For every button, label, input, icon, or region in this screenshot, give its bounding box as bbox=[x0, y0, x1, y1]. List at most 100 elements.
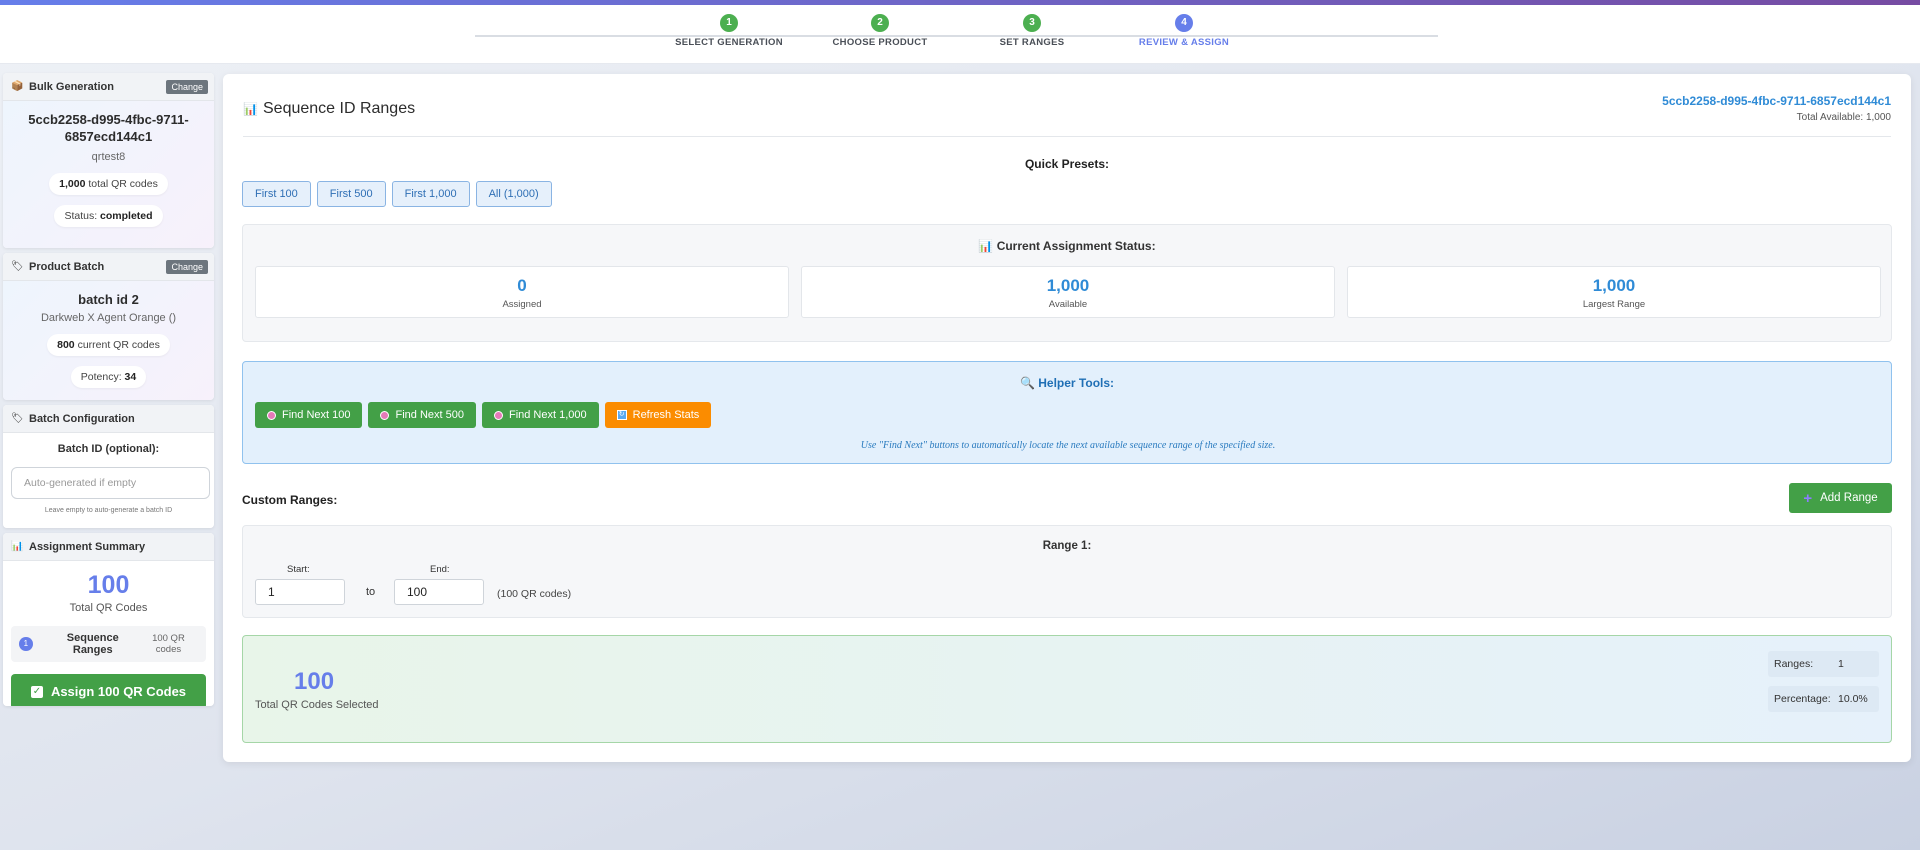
range-end-input[interactable]: 100 bbox=[394, 579, 484, 605]
ranges-value: 1 bbox=[1838, 658, 1844, 670]
main-panel: 📊 Sequence ID Ranges 5ccb2258-d995-4fbc-9… bbox=[223, 74, 1911, 762]
start-label: Start: bbox=[287, 564, 310, 575]
sidebar: 📦 Bulk Generation Change 5ccb2258-d995-4… bbox=[3, 73, 214, 711]
status-stats: 0 Assigned 1,000 Available 1,000 Largest… bbox=[255, 266, 1881, 318]
product-batch-card: 🏷 Product Batch Change batch id 2 Darkwe… bbox=[3, 253, 214, 400]
find-next-100-button[interactable]: Find Next 100 bbox=[255, 402, 363, 428]
stat-label: Assigned bbox=[502, 299, 542, 310]
ranges-stat: Ranges: 1 bbox=[1768, 651, 1879, 677]
package-icon: 📦 bbox=[11, 80, 24, 92]
tag-icon: 🏷 bbox=[11, 412, 24, 424]
tag-icon: 🏷 bbox=[11, 260, 24, 272]
card-title: Bulk Generation bbox=[29, 80, 114, 93]
end-label: End: bbox=[430, 564, 450, 575]
selection-summary-panel: 100 Total QR Codes Selected Ranges: 1 Pe… bbox=[242, 635, 1892, 743]
card-header: 🏷 Batch Configuration bbox=[3, 405, 214, 433]
total-codes-text: total QR codes bbox=[88, 178, 158, 190]
step-number: 2 bbox=[871, 14, 889, 32]
magnifier-icon: 🔍 bbox=[1019, 376, 1035, 390]
card-header: 🏷 Product Batch Change bbox=[3, 253, 214, 281]
chart-icon: 📊 bbox=[978, 239, 994, 253]
summary-range-row: 1 Sequence Ranges 100 QR codes bbox=[11, 626, 206, 662]
find-next-1000-button[interactable]: Find Next 1,000 bbox=[481, 402, 599, 428]
status-title: 📊 Current Assignment Status: bbox=[243, 239, 1891, 253]
batch-name: batch id 2 bbox=[78, 292, 139, 307]
target-icon bbox=[493, 410, 503, 420]
preset-first-500-button[interactable]: First 500 bbox=[316, 181, 386, 207]
stat-label: Available bbox=[1048, 299, 1088, 310]
selected-total-label: Total QR Codes Selected bbox=[255, 699, 379, 711]
total-available: Total Available: 1,000 bbox=[1796, 112, 1891, 123]
assignment-status-panel: 📊 Current Assignment Status: 0 Assigned … bbox=[242, 224, 1892, 342]
change-product-button[interactable]: Change bbox=[166, 260, 208, 274]
generation-id-link[interactable]: 5ccb2258-d995-4fbc-9711-6857ecd144c1 bbox=[1662, 94, 1891, 108]
preset-first-1000-button[interactable]: First 1,000 bbox=[391, 181, 470, 207]
stat-value: 1,000 bbox=[1046, 276, 1090, 295]
step-set-ranges[interactable]: 3 SET RANGES bbox=[962, 14, 1102, 48]
page-title-text: Sequence ID Ranges bbox=[263, 100, 416, 117]
summary-total-label: Total QR Codes bbox=[69, 602, 148, 614]
custom-ranges-title: Custom Ranges: bbox=[242, 493, 338, 507]
button-label: Refresh Stats bbox=[632, 409, 700, 421]
target-icon bbox=[380, 410, 390, 420]
range-title: Range 1: bbox=[1042, 540, 1092, 552]
assignment-summary-card: 📊 Assignment Summary 100 Total QR Codes … bbox=[3, 533, 214, 706]
find-next-500-button[interactable]: Find Next 500 bbox=[368, 402, 476, 428]
stat-value: 0 bbox=[517, 276, 527, 295]
status-pill: Status: completed bbox=[54, 205, 163, 227]
range-1-panel: Range 1: Start: End: 1 to 100 (100 QR co… bbox=[242, 525, 1892, 618]
generation-name: qrtest8 bbox=[91, 151, 126, 163]
step-number: 3 bbox=[1023, 14, 1041, 32]
preset-first-100-button[interactable]: First 100 bbox=[242, 181, 311, 207]
step-review-assign[interactable]: 4 REVIEW & ASSIGN bbox=[1114, 14, 1254, 48]
page-title: 📊 Sequence ID Ranges bbox=[243, 100, 415, 118]
stepper-line bbox=[475, 35, 1438, 37]
range-label: Sequence Ranges bbox=[66, 632, 119, 656]
step-label: SET RANGES bbox=[999, 37, 1065, 48]
presets-title: Quick Presets: bbox=[1024, 157, 1110, 171]
potency-value: 34 bbox=[124, 371, 137, 383]
card-title: Product Batch bbox=[29, 260, 105, 273]
stat-largest-range: 1,000 Largest Range bbox=[1347, 266, 1881, 318]
main-header: 📊 Sequence ID Ranges 5ccb2258-d995-4fbc-9… bbox=[243, 74, 1891, 137]
helper-buttons: Find Next 100 Find Next 500 Find Next 1,… bbox=[255, 402, 712, 428]
step-choose-product[interactable]: 2 CHOOSE PRODUCT bbox=[810, 14, 950, 48]
check-icon: ✓ bbox=[30, 685, 43, 698]
assign-button[interactable]: ✓ Assign 100 QR Codes bbox=[11, 674, 206, 706]
current-codes-text: current QR codes bbox=[77, 339, 160, 351]
batch-configuration-card: 🏷 Batch Configuration Batch ID (optional… bbox=[3, 405, 214, 528]
step-number: 4 bbox=[1175, 14, 1193, 32]
target-icon bbox=[267, 410, 276, 420]
button-label: Find Next 100 bbox=[282, 409, 351, 421]
stat-available: 1,000 Available bbox=[801, 266, 1335, 318]
total-codes-pill: 1,000 total QR codes bbox=[49, 173, 168, 195]
refresh-stats-button[interactable]: ↻ Refresh Stats bbox=[604, 402, 712, 428]
batch-id-label: Batch ID (optional): bbox=[57, 443, 160, 455]
current-codes-pill: 800 current QR codes bbox=[47, 334, 170, 356]
percentage-value: 10.0% bbox=[1838, 693, 1868, 705]
card-title: Assignment Summary bbox=[29, 540, 146, 553]
helper-title-text: Helper Tools: bbox=[1038, 376, 1115, 390]
total-codes-count: 1,000 bbox=[59, 178, 86, 190]
step-number: 1 bbox=[720, 14, 738, 32]
stat-value: 1,000 bbox=[1592, 276, 1636, 295]
range-count: 100 QR codes bbox=[152, 633, 185, 655]
button-label: Find Next 1,000 bbox=[508, 409, 587, 421]
helper-tools-panel: 🔍 Helper Tools: Find Next 100 Find Next … bbox=[242, 361, 1892, 464]
step-select-generation[interactable]: 1 SELECT GENERATION bbox=[659, 14, 799, 48]
preset-buttons: First 100 First 500 First 1,000 All (1,0… bbox=[242, 181, 552, 207]
refresh-icon: ↻ bbox=[616, 410, 627, 420]
batch-id-input[interactable]: Auto-generated if empty bbox=[11, 467, 210, 499]
status-value: completed bbox=[100, 210, 153, 222]
summary-total: 100 bbox=[87, 571, 130, 599]
range-start-input[interactable]: 1 bbox=[255, 579, 345, 605]
preset-all-button[interactable]: All (1,000) bbox=[475, 181, 552, 207]
percentage-stat: Percentage: 10.0% bbox=[1768, 686, 1879, 712]
step-label: CHOOSE PRODUCT bbox=[832, 37, 928, 48]
add-range-label: Add Range bbox=[1820, 492, 1878, 504]
chart-icon: 📊 bbox=[11, 540, 24, 552]
potency-label: Potency: bbox=[80, 371, 122, 383]
add-range-button[interactable]: + Add Range bbox=[1789, 483, 1892, 513]
ranges-label: Ranges: bbox=[1774, 658, 1814, 670]
change-generation-button[interactable]: Change bbox=[166, 80, 208, 94]
